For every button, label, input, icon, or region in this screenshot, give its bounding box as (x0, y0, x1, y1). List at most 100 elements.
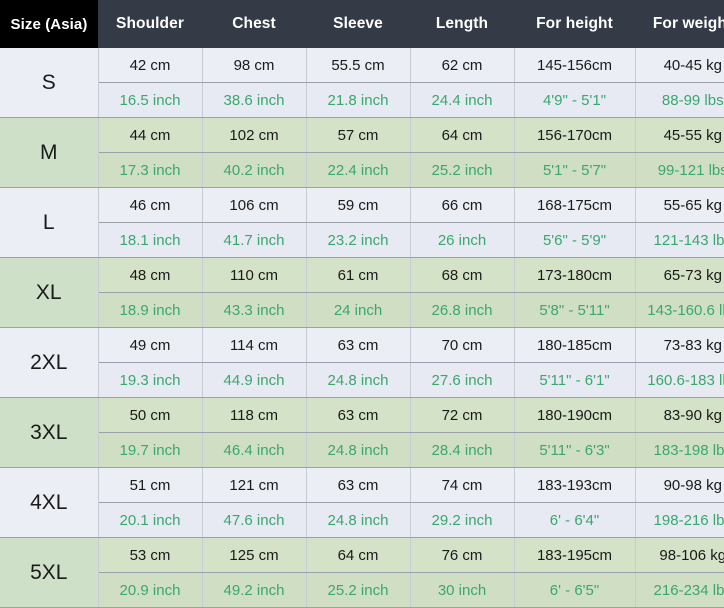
measurement-cell-cm: 66 cm (410, 187, 515, 223)
measurement-cell-inch: 5'1" - 5'7" (514, 152, 636, 188)
measurement-cell-cm: 44 cm (98, 117, 203, 153)
table-row: S 42 cm 98 cm 55.5 cm 62 cm 145-156cm 40-45 kg (0, 48, 724, 118)
table-row: 18.1 inch 41.7 inch 23.2 inch 26 inch 5'6" -… (0, 222, 724, 258)
measurement-cell-cm: 125 cm (202, 537, 307, 573)
measurement-cell-inch: 41.7 inch (202, 222, 307, 258)
size-label-cell: S (0, 48, 99, 118)
measurement-cell-inch: 17.3 inch (98, 152, 203, 188)
table-row: 4XL 51 cm 121 cm 63 cm 74 cm 183-193cm 90-98 k… (0, 467, 724, 538)
measurement-cell-cm: 53 cm (98, 537, 203, 573)
measurement-cell-cm: 74 cm (410, 467, 515, 503)
table-row: 16.5 inch 38.6 inch 21.8 inch 24.4 inch 4'9"… (0, 82, 724, 118)
measurement-cell-inch: 30 inch (410, 572, 515, 608)
size-label-cell: 4XL (0, 467, 99, 538)
table-row: L 46 cm 106 cm 59 cm 66 cm 168-175cm 55-65 kg (0, 187, 724, 258)
measurement-cell-inch: 21.8 inch (306, 82, 411, 118)
table-row: 5XL 53 cm 125 cm 64 cm 76 cm 183-195cm 98-106 … (0, 537, 724, 608)
measurement-cell-cm: 55.5 cm (306, 48, 411, 83)
measurement-cell-cm: 145-156cm (514, 48, 636, 83)
table-row: 2XL 49 cm 114 cm 63 cm 70 cm 180-185cm 73-83 k… (0, 327, 724, 398)
measurement-cell-cm: 59 cm (306, 187, 411, 223)
measurement-cell-inch: 23.2 inch (306, 222, 411, 258)
measurement-cell-cm: 168-175cm (514, 187, 636, 223)
measurement-cell-inch: 46.4 inch (202, 432, 307, 468)
size-label-cell: M (0, 117, 99, 188)
measurement-cell-cm: 64 cm (306, 537, 411, 573)
measurement-cell-cm: 156-170cm (514, 117, 636, 153)
measurement-cell-cm: 118 cm (202, 397, 307, 433)
table-body: S 42 cm 98 cm 55.5 cm 62 cm 145-156cm 40-45 kg… (0, 48, 724, 608)
measurement-cell-cm: 114 cm (202, 327, 307, 363)
column-header-for-weight: For weight (635, 0, 724, 48)
measurement-cell-inch: 88-99 lbs (635, 82, 724, 118)
measurement-cell-inch: 25.2 inch (306, 572, 411, 608)
measurement-cell-inch: 20.9 inch (98, 572, 203, 608)
table-row: 17.3 inch 40.2 inch 22.4 inch 25.2 inch 5'1"… (0, 152, 724, 188)
table-row: M 44 cm 102 cm 57 cm 64 cm 156-170cm 45-55 kg (0, 117, 724, 188)
measurement-cell-inch: 5'11" - 6'1" (514, 362, 636, 398)
measurement-cell-inch: 143-160.6 lbs (635, 292, 724, 328)
measurement-cell-inch: 19.3 inch (98, 362, 203, 398)
measurement-cell-inch: 216-234 lbs (635, 572, 724, 608)
table-header: Size (Asia) Shoulder Chest Sleeve Length… (0, 0, 724, 48)
table-row: 20.9 inch 49.2 inch 25.2 inch 30 inch 6' - 6… (0, 572, 724, 608)
measurement-cell-inch: 160.6-183 lbs (635, 362, 724, 398)
measurement-cell-cm: 50 cm (98, 397, 203, 433)
size-label-cell: L (0, 187, 99, 258)
measurement-cell-cm: 68 cm (410, 257, 515, 293)
measurement-cell-cm: 83-90 kg (635, 397, 724, 433)
measurement-cell-cm: 63 cm (306, 467, 411, 503)
measurement-cell-cm: 183-193cm (514, 467, 636, 503)
measurement-cell-cm: 110 cm (202, 257, 307, 293)
measurement-cell-inch: 29.2 inch (410, 502, 515, 538)
measurement-cell-cm: 180-190cm (514, 397, 636, 433)
measurement-cell-cm: 48 cm (98, 257, 203, 293)
measurement-cell-inch: 26.8 inch (410, 292, 515, 328)
measurement-cell-cm: 102 cm (202, 117, 307, 153)
measurement-cell-cm: 183-195cm (514, 537, 636, 573)
table-row: XL 48 cm 110 cm 61 cm 68 cm 173-180cm 65-73 kg (0, 257, 724, 328)
measurement-cell-cm: 40-45 kg (635, 48, 724, 83)
measurement-cell-cm: 49 cm (98, 327, 203, 363)
column-header-size: Size (Asia) (0, 0, 98, 48)
measurement-cell-inch: 198-216 lbs (635, 502, 724, 538)
measurement-cell-cm: 45-55 kg (635, 117, 724, 153)
measurement-cell-inch: 18.1 inch (98, 222, 203, 258)
measurement-cell-cm: 70 cm (410, 327, 515, 363)
header-row: Size (Asia) Shoulder Chest Sleeve Length… (0, 0, 724, 48)
measurement-cell-cm: 61 cm (306, 257, 411, 293)
size-label-cell: 3XL (0, 397, 99, 468)
table-row: 3XL 50 cm 118 cm 63 cm 72 cm 180-190cm 83-90 k… (0, 397, 724, 468)
measurement-cell-cm: 62 cm (410, 48, 515, 83)
table-row: 20.1 inch 47.6 inch 24.8 inch 29.2 inch 6' -… (0, 502, 724, 538)
measurement-cell-inch: 6' - 6'5" (514, 572, 636, 608)
measurement-cell-inch: 24.8 inch (306, 432, 411, 468)
size-label-cell: 2XL (0, 327, 99, 398)
measurement-cell-inch: 28.4 inch (410, 432, 515, 468)
column-header-length: Length (410, 0, 514, 48)
size-label-cell: XL (0, 257, 99, 328)
size-label-cell: 5XL (0, 537, 99, 608)
measurement-cell-inch: 19.7 inch (98, 432, 203, 468)
measurement-cell-inch: 43.3 inch (202, 292, 307, 328)
measurement-cell-cm: 65-73 kg (635, 257, 724, 293)
measurement-cell-inch: 5'11" - 6'3" (514, 432, 636, 468)
measurement-cell-inch: 24 inch (306, 292, 411, 328)
measurement-cell-inch: 38.6 inch (202, 82, 307, 118)
measurement-cell-inch: 25.2 inch (410, 152, 515, 188)
measurement-cell-inch: 27.6 inch (410, 362, 515, 398)
measurement-cell-cm: 98-106 kg (635, 537, 724, 573)
measurement-cell-inch: 40.2 inch (202, 152, 307, 188)
measurement-cell-inch: 26 inch (410, 222, 515, 258)
column-header-shoulder: Shoulder (98, 0, 202, 48)
measurement-cell-inch: 6' - 6'4" (514, 502, 636, 538)
measurement-cell-inch: 99-121 lbs (635, 152, 724, 188)
measurement-cell-inch: 24.4 inch (410, 82, 515, 118)
measurement-cell-inch: 5'8" - 5'11" (514, 292, 636, 328)
measurement-cell-inch: 20.1 inch (98, 502, 203, 538)
measurement-cell-inch: 44.9 inch (202, 362, 307, 398)
column-header-sleeve: Sleeve (306, 0, 410, 48)
measurement-cell-inch: 121-143 lbs (635, 222, 724, 258)
column-header-chest: Chest (202, 0, 306, 48)
measurement-cell-cm: 46 cm (98, 187, 203, 223)
